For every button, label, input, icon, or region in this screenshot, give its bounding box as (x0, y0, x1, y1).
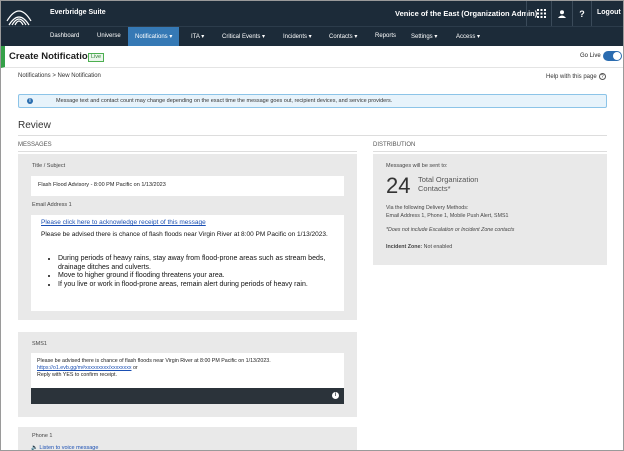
nav-item-notifications[interactable]: Notifications ▾ (128, 27, 180, 46)
sms-line: Please be advised there is chance of fla… (37, 358, 271, 364)
title-value: Flash Flood Advisory - 8:00 PM Pacific o… (38, 182, 166, 188)
breadcrumb[interactable]: Notifications > New Notification (18, 73, 101, 79)
sms-link-suffix: or (131, 365, 138, 371)
distribution-section-label: DISTRIBUTION (373, 142, 416, 148)
nav-item-dashboard[interactable]: Dashboard (50, 33, 79, 39)
divider (551, 1, 552, 26)
distribution-note: *Does not include Escalation or Incident… (386, 227, 515, 233)
email-label: Email Address 1 (32, 202, 72, 208)
sms-line: Reply with YES to confirm receipt. (37, 372, 117, 378)
divider (572, 1, 573, 26)
nav-item-incidents[interactable]: Incidents ▾ (283, 33, 312, 40)
sms-link[interactable]: https://o1.evb.gg/m#xxxxxxxxx/xxxxxxxx (37, 365, 132, 371)
sent-to-label: Messages will be sent to: (386, 163, 448, 169)
nav-item-universe[interactable]: Universe (97, 33, 121, 39)
nav-item-access[interactable]: Access ▾ (456, 33, 480, 40)
distribution-panel: Messages will be sent to: 24 Total Organ… (373, 154, 607, 265)
email-bullet-list: During periods of heavy rains, stay away… (58, 255, 348, 289)
question-circle-icon[interactable]: ? (598, 73, 606, 80)
methods-label: Via the following Delivery Methods: (386, 205, 469, 211)
app-window: Everbridge Suite Venice of the East (Org… (0, 0, 624, 451)
info-banner: i Message text and contact count may cha… (18, 94, 607, 108)
page-header: Create Notification Live Go Live (1, 46, 623, 68)
listen-voice-label[interactable]: Listen to voice message (39, 445, 98, 450)
logout-button[interactable]: Logout (597, 9, 621, 16)
info-icon: i (27, 98, 33, 104)
nav-item-settings[interactable]: Settings ▾ (411, 33, 437, 40)
nav-item-reports[interactable]: Reports (375, 33, 396, 39)
divider (373, 151, 607, 152)
apps-grid-icon[interactable] (534, 7, 548, 21)
methods-list: Email Address 1, Phone 1, Mobile Push Al… (386, 213, 509, 219)
email-body-text: Please be advised there is chance of fla… (41, 231, 328, 238)
banner-text: Message text and contact count may chang… (56, 98, 393, 104)
list-item: During periods of heavy rains, stay away… (58, 255, 348, 272)
nav-item-ita[interactable]: ITA ▾ (191, 33, 204, 40)
email-preview: Please click here to acknowledge receipt… (31, 215, 344, 311)
incident-zone-value: Not enabled (422, 244, 453, 250)
title-value-box: Flash Flood Advisory - 8:00 PM Pacific o… (31, 176, 344, 196)
sms-label: SMS1 (32, 341, 47, 347)
contact-count: 24 (386, 173, 411, 198)
list-item: Move to higher ground if flooding threat… (58, 272, 348, 281)
help-link-label[interactable]: Help with this page (546, 74, 597, 80)
sms-footer-bar: i (31, 388, 344, 404)
nav-item-critical-events[interactable]: Critical Events ▾ (222, 33, 265, 40)
help-icon[interactable]: ? (575, 7, 589, 21)
main-nav: Dashboard Universe Notifications ▾ ITA ▾… (1, 26, 623, 46)
speaker-icon: 🔈 (31, 445, 38, 451)
info-icon[interactable]: i (332, 392, 339, 399)
divider (18, 151, 357, 152)
divider (591, 1, 592, 26)
title-label: Title / Subject (32, 163, 66, 169)
sms-link-line: https://o1.evb.gg/m#xxxxxxxxx/xxxxxxxx o… (37, 365, 337, 372)
user-icon[interactable] (555, 7, 569, 21)
incident-zone-label: Incident Zone: (386, 244, 423, 250)
status-badge: Live (88, 53, 105, 62)
organization-selector[interactable]: Venice of the East (Organization Admin) (395, 9, 537, 18)
listen-voice-link[interactable]: 🔈 Listen to voice message (31, 445, 98, 451)
help-link[interactable]: Help with this page? (546, 73, 606, 80)
top-bar: Everbridge Suite Venice of the East (Org… (1, 1, 623, 26)
sms-text: Please be advised there is chance of fla… (37, 358, 337, 379)
sms-panel: SMS1 Please be advised there is chance o… (18, 332, 357, 417)
incident-zone: Incident Zone: Not enabled (386, 244, 452, 250)
messages-panel: Title / Subject Flash Flood Advisory - 8… (18, 154, 357, 320)
suite-name: Everbridge Suite (50, 9, 106, 16)
sms-preview: Please be advised there is chance of fla… (31, 353, 344, 388)
phone-label: Phone 1 (32, 433, 53, 439)
nav-item-contacts[interactable]: Contacts ▾ (329, 33, 357, 40)
divider (18, 135, 607, 136)
review-heading: Review (18, 120, 51, 131)
list-item: If you live or work in flood-prone areas… (58, 281, 348, 290)
phone-panel: Phone 1 🔈 Listen to voice message (18, 427, 357, 451)
contact-count-label: Total Organization Contacts* (418, 175, 479, 193)
divider (526, 1, 527, 26)
go-live-toggle[interactable] (603, 51, 622, 61)
page-title: Create Notification (9, 51, 94, 62)
acknowledge-link[interactable]: Please click here to acknowledge receipt… (41, 219, 206, 226)
messages-section-label: MESSAGES (18, 142, 52, 148)
go-live-label: Go Live (580, 53, 601, 59)
